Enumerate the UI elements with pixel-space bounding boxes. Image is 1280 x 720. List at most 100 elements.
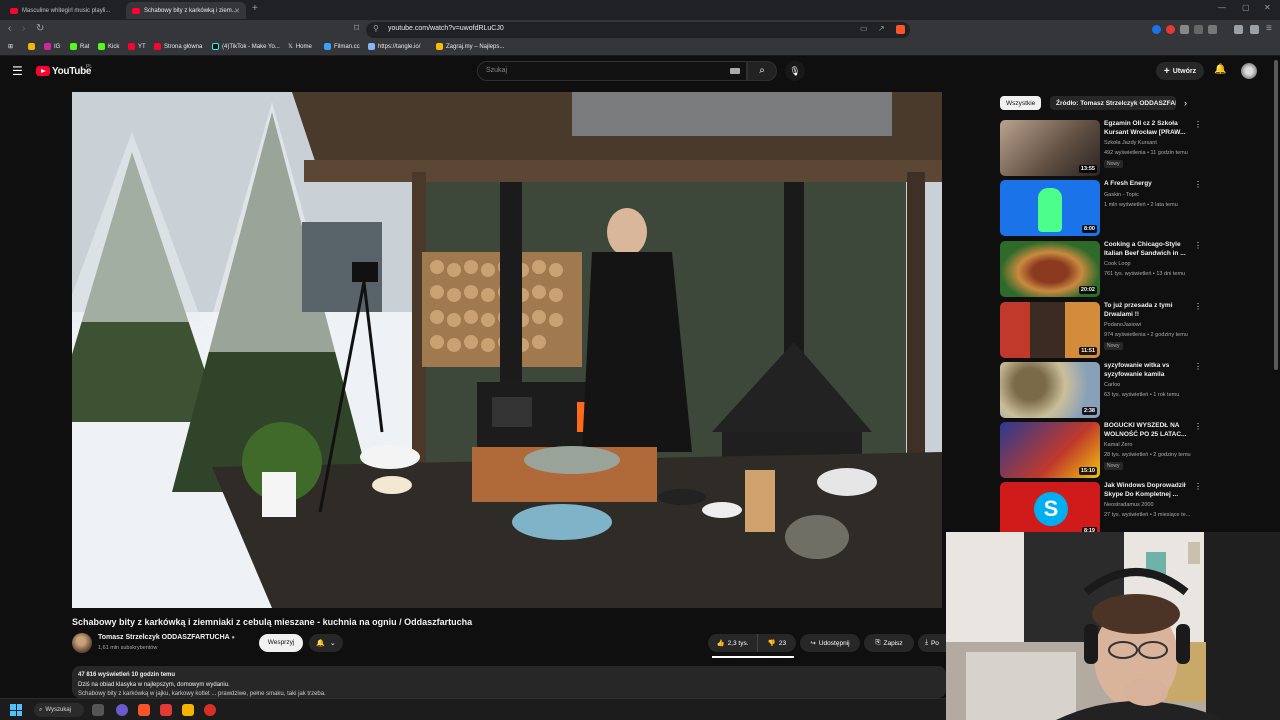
app-icon[interactable] (204, 704, 216, 716)
forward-icon[interactable]: › (22, 23, 25, 34)
more-options-icon[interactable]: ⋮ (1194, 180, 1202, 189)
video-thumbnail[interactable]: 8:00 (1000, 180, 1100, 236)
hamburger-menu-icon[interactable]: ☰ (12, 64, 23, 78)
description-box[interactable]: 47 816 wyświetleń 10 godzin temu Dziś na… (72, 666, 946, 698)
recommendation-channel[interactable]: Kamal Zero (1104, 442, 1132, 448)
extension-audio-icon[interactable] (1152, 25, 1161, 34)
dislike-button[interactable]: 👎 23 (758, 634, 796, 652)
recommendation-title[interactable]: A Fresh Energy (1104, 180, 1192, 189)
youtube-logo-icon[interactable] (36, 66, 50, 76)
recommendation-title[interactable]: To już przesada z tymi Drwalami !! (1104, 302, 1192, 319)
recommendation-channel[interactable]: Neostradamus 2000 (1104, 502, 1154, 508)
apps-icon[interactable]: ⊞ (8, 43, 13, 50)
recommendation-title[interactable]: Egzamin OII cz 2 Szkoła Kursant Wrocław … (1104, 120, 1192, 137)
subscription-bell-button[interactable]: 🔔 ⌄ (309, 634, 343, 652)
brave-shield-icon[interactable] (896, 25, 905, 34)
cast-icon[interactable]: ▭ (860, 24, 868, 33)
site-info-icon[interactable]: ⚲ (373, 24, 379, 33)
bookmark-kick[interactable]: Kick (98, 43, 119, 50)
brave-rewards-icon[interactable] (1250, 25, 1259, 34)
more-options-icon[interactable]: ⋮ (1194, 482, 1202, 491)
recommendation-title[interactable]: Jak Windows Doprowadził Skype Do Komplet… (1104, 482, 1192, 499)
bookmark-filman[interactable]: Filman.cc (324, 43, 360, 50)
more-options-icon[interactable]: ⋮ (1194, 362, 1202, 371)
bookmark-home-page[interactable]: Strona główna (154, 43, 202, 50)
download-button[interactable]: ⤓ Po (918, 634, 946, 652)
recommendation-channel[interactable]: Cook Loop (1104, 261, 1131, 267)
share-button[interactable]: ↪ Udostępnij (800, 634, 860, 652)
keyboard-icon[interactable] (730, 68, 740, 74)
recommendation-item[interactable]: 8:00 A Fresh Energy Gaskin - Topic 1 mln… (1000, 180, 1202, 238)
bookmark-x-home[interactable]: 𝕏 Home (288, 43, 312, 51)
extension-puzzle-icon[interactable] (1194, 25, 1203, 34)
video-thumbnail[interactable]: 15:10 (1000, 422, 1100, 478)
video-thumbnail[interactable]: 11:51 (1000, 302, 1100, 358)
windows-start-icon[interactable] (10, 704, 22, 716)
app-icon[interactable] (160, 704, 172, 716)
chip-source-channel[interactable]: Źródło: Tomasz Strzelczyk ODDASZFARTUCHA (1050, 96, 1176, 110)
chip-all[interactable]: Wszystkie (1000, 96, 1042, 110)
channel-avatar[interactable] (72, 633, 92, 653)
voice-search-button[interactable]: 🎙 (785, 61, 805, 81)
recommendation-item[interactable]: 20:02 Cooking a Chicago-Style Italian Be… (1000, 241, 1202, 299)
account-avatar[interactable] (1241, 63, 1257, 79)
menu-icon[interactable]: ≡ (1266, 23, 1272, 34)
video-thumbnail[interactable]: 2:38 (1000, 362, 1100, 418)
task-view-icon[interactable] (92, 704, 104, 716)
brave-browser-icon[interactable] (138, 704, 150, 716)
bookmark-rat[interactable]: Rat (70, 43, 89, 50)
page-scrollbar[interactable] (1274, 60, 1278, 370)
recommendation-channel[interactable]: Gaskin - Topic (1104, 192, 1139, 198)
extension-record-icon[interactable] (1166, 25, 1175, 34)
more-options-icon[interactable]: ⋮ (1194, 422, 1202, 431)
more-options-icon[interactable]: ⋮ (1194, 241, 1202, 250)
video-thumbnail[interactable]: S 8:19 (1000, 482, 1100, 538)
bookmark-folder[interactable] (28, 43, 38, 50)
chevron-right-icon[interactable]: › (1184, 98, 1187, 108)
recommendation-title[interactable]: BOGUCKI WYSZEDŁ NA WOLNOŚĆ PO 25 LATAC..… (1104, 422, 1192, 439)
more-options-icon[interactable]: ⋮ (1194, 120, 1202, 129)
channel-name[interactable]: Tomasz Strzelczyk ODDASZFARTUCHA ● (98, 634, 235, 641)
bookmark-zagraj[interactable]: Zagraj.my – Najleps... (436, 43, 504, 50)
recommendation-item[interactable]: 13:55 Egzamin OII cz 2 Szkoła Kursant Wr… (1000, 120, 1202, 178)
close-window-icon[interactable]: ✕ (1264, 3, 1271, 12)
new-tab-icon[interactable]: + (252, 3, 258, 14)
minimize-icon[interactable]: — (1218, 3, 1226, 12)
browser-tab-video[interactable]: Schabowy bity z karkówką i ziem... ✕ (126, 2, 246, 19)
bookmark-tiktok[interactable]: (4)TikTok - Make Yo... (212, 43, 280, 50)
save-button[interactable]: ⎘ Zapisz (864, 634, 914, 652)
like-button[interactable]: 👍 2,3 tys. (708, 634, 758, 652)
browser-tab-music[interactable]: Masculine whitegirl music playli... (4, 2, 122, 19)
recommendation-channel[interactable]: Szkoła Jazdy Kursant (1104, 140, 1157, 146)
close-tab-icon[interactable]: ✕ (234, 7, 240, 15)
bookmark-page-icon[interactable]: ⌑ (354, 23, 359, 34)
recommendation-channel[interactable]: PodanoJasiowi (1104, 322, 1141, 328)
share-icon[interactable]: ↗ (878, 24, 885, 33)
video-thumbnail[interactable]: 20:02 (1000, 241, 1100, 297)
recommendation-title[interactable]: Cooking a Chicago-Style Italian Beef San… (1104, 241, 1192, 258)
app-icon[interactable] (116, 704, 128, 716)
bookmark-yt[interactable]: YT (128, 43, 146, 50)
bookmark-tangle[interactable]: https://tangle.io/ (368, 43, 420, 50)
video-thumbnail[interactable]: 13:55 (1000, 120, 1100, 176)
recommendation-channel[interactable]: Carloo (1104, 382, 1120, 388)
notifications-bell-icon[interactable]: 🔔 (1214, 64, 1226, 75)
wallet-icon[interactable] (1208, 25, 1217, 34)
file-explorer-icon[interactable] (182, 704, 194, 716)
address-bar[interactable]: ⚲ youtube.com/watch?v=uwofdRLuCJ0 ▭ ↗ (366, 22, 910, 38)
extension-icon[interactable] (1180, 25, 1189, 34)
recommendation-title[interactable]: syzyfowanie witka vs syzyfowanie kamila (1104, 362, 1192, 379)
back-icon[interactable]: ‹ (8, 23, 11, 34)
media-icon[interactable] (1234, 25, 1243, 34)
taskbar-search[interactable]: ⌕ Wyszukaj (34, 703, 84, 717)
search-input[interactable]: Szukaj (477, 61, 747, 81)
recommendation-item[interactable]: 15:10 BOGUCKI WYSZEDŁ NA WOLNOŚĆ PO 25 L… (1000, 422, 1202, 480)
recommendation-item[interactable]: 11:51 To już przesada z tymi Drwalami !!… (1000, 302, 1202, 360)
more-options-icon[interactable]: ⋮ (1194, 302, 1202, 311)
recommendation-item[interactable]: 2:38 syzyfowanie witka vs syzyfowanie ka… (1000, 362, 1202, 420)
create-button[interactable]: + Utwórz (1156, 62, 1204, 80)
maximize-icon[interactable]: ▢ (1242, 3, 1250, 12)
video-player[interactable] (72, 92, 942, 608)
bookmark-ig[interactable]: IG (44, 43, 60, 50)
reload-icon[interactable]: ↻ (36, 23, 44, 34)
